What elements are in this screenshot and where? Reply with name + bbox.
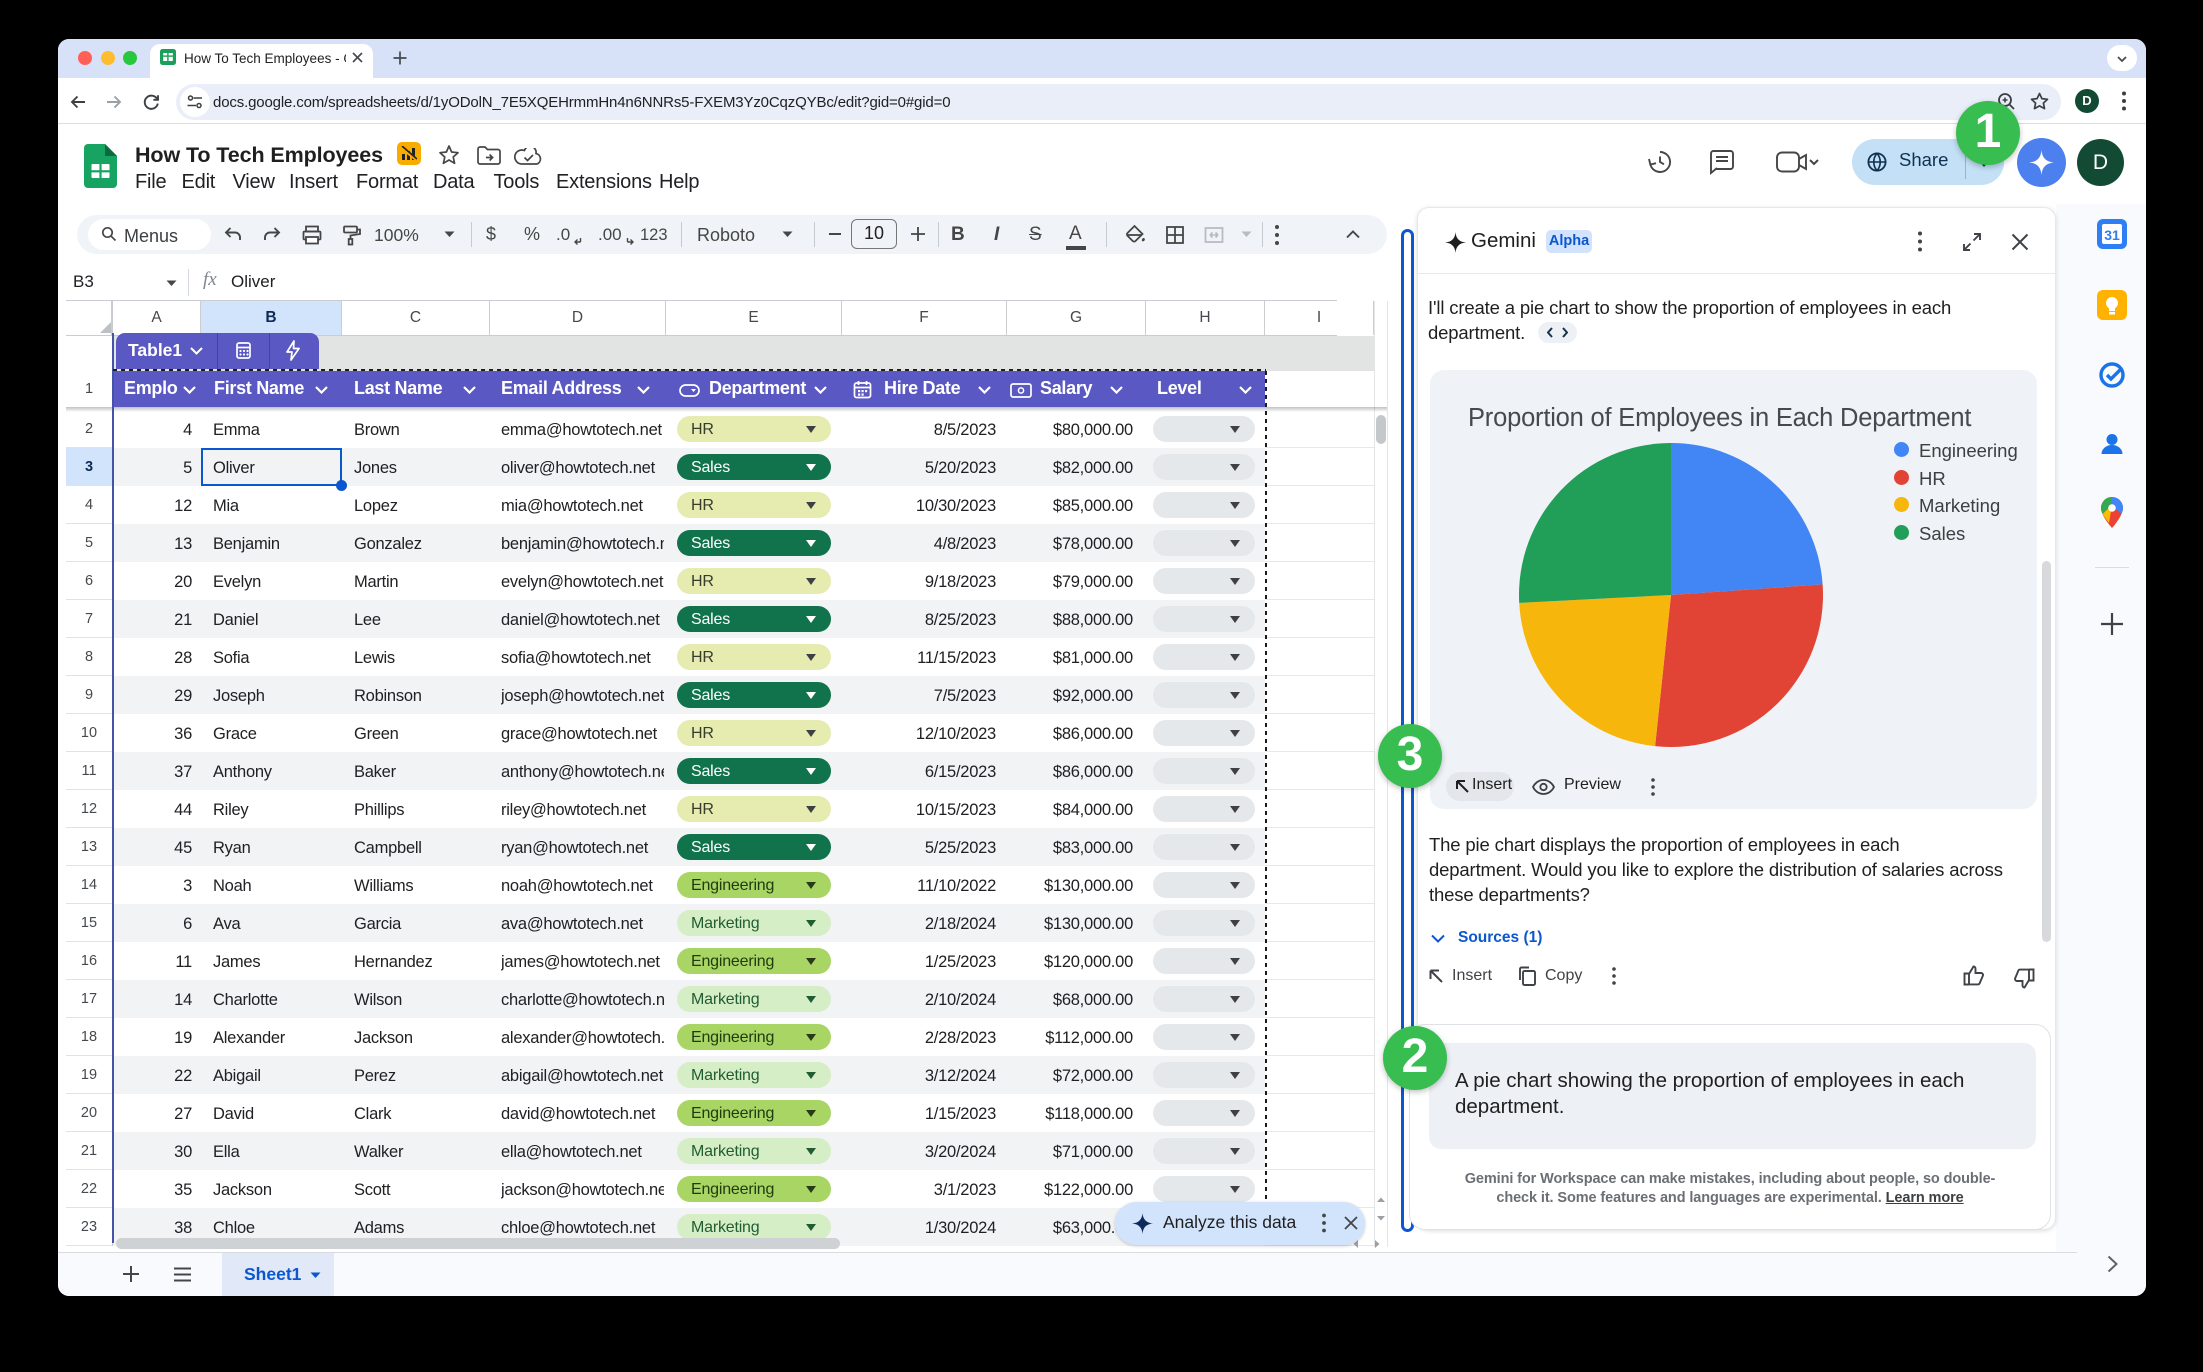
svg-text:31: 31	[2104, 227, 2120, 243]
